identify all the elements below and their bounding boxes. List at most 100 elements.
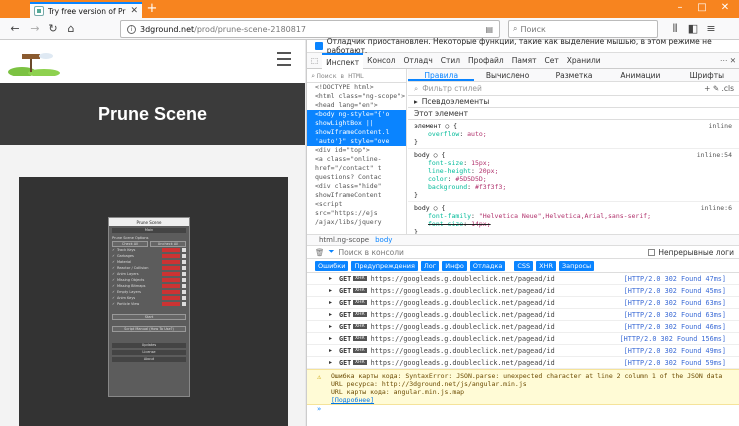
plugin-option-row[interactable]: ✓ Anim Keys (112, 295, 186, 300)
request-url[interactable]: https://googleads.g.doubleclick.net/page… (371, 335, 555, 343)
tab-profiler[interactable]: Профайл (464, 53, 508, 69)
new-tab-button[interactable]: + (145, 1, 159, 16)
plugin-option-row[interactable]: ✓ Anim Layers (112, 271, 186, 276)
tab-network[interactable]: Сет (541, 53, 563, 69)
close-tab-icon[interactable]: ✕ (130, 6, 138, 16)
forward-button[interactable]: → (28, 22, 42, 36)
request-status[interactable]: [HTTP/2.0 302 Found 46ms] (624, 323, 726, 331)
expand-arrow-icon[interactable]: ▸ (329, 287, 339, 294)
markup-node[interactable]: <html class="ng-scope"> (307, 92, 406, 101)
plugin-option-row[interactable]: ✓ Garbages (112, 253, 186, 258)
markup-node[interactable]: <body ng-style="{'o (307, 110, 406, 119)
tab-memory[interactable]: Памят (508, 53, 541, 69)
plugin-option-row[interactable]: ✓ Missing Objects (112, 277, 186, 282)
plugin-option-row[interactable]: ✓ Particle View (112, 301, 186, 306)
filter-xhr-button[interactable]: XHR (536, 260, 556, 271)
request-status[interactable]: [HTTP/2.0 302 Found 49ms] (624, 347, 726, 355)
about-rollout[interactable]: About (112, 357, 186, 362)
breadcrumb-html[interactable]: html.ng-scope (319, 236, 369, 244)
css-property-name[interactable]: color (428, 175, 448, 183)
tab-rules[interactable]: Правила (408, 69, 475, 81)
css-property-value[interactable]: #5D5D5D; (455, 175, 486, 183)
request-status[interactable]: [HTTP/2.0 302 Found 63ms] (624, 299, 726, 307)
markup-node[interactable]: showIframeContent (307, 191, 406, 200)
clear-console-icon[interactable]: 🗑 (315, 248, 325, 257)
filter-debug-button[interactable]: Отладка (469, 260, 506, 271)
checkbox-icon[interactable]: ✓ (112, 254, 115, 258)
css-property-value[interactable]: "Helvetica Neue",Helvetica,Arial,sans-se… (479, 212, 651, 220)
checkbox-icon[interactable]: ✓ (112, 260, 115, 264)
persist-logs-toggle[interactable]: Непрерывные логи (648, 248, 734, 257)
tab-animations[interactable]: Анимации (607, 69, 673, 81)
checkbox-icon[interactable]: ✓ (112, 266, 115, 270)
markup-node[interactable]: questions? Contac (307, 173, 406, 182)
request-url[interactable]: https://googleads.g.doubleclick.net/page… (371, 299, 555, 307)
request-url[interactable]: https://googleads.g.doubleclick.net/page… (371, 275, 555, 283)
css-property-value[interactable]: #f3f3f3; (475, 183, 506, 191)
option-button[interactable] (182, 247, 186, 252)
video-frame[interactable]: Prune Scene Main Prune Scene Options Che… (19, 177, 288, 426)
request-url[interactable]: https://googleads.g.doubleclick.net/page… (371, 311, 555, 319)
option-button[interactable] (182, 271, 186, 276)
network-request-row[interactable]: ▸ GET XHR https://googleads.g.doubleclick.n… (307, 285, 739, 297)
option-button[interactable] (182, 259, 186, 264)
option-button[interactable] (182, 253, 186, 258)
css-property-value[interactable]: 15px; (471, 159, 491, 167)
address-bar[interactable]: i 3dground.net/prod/prune-scene-2180817 … (120, 20, 500, 38)
search-input[interactable]: ⌕ Поиск (508, 20, 658, 38)
option-button[interactable] (182, 289, 186, 294)
site-logo-icon[interactable] (8, 46, 60, 76)
rule-source[interactable]: inline:54 (697, 151, 732, 159)
css-rule[interactable]: body ○ {inline:54 font-size: 15px; line-he… (408, 149, 739, 202)
request-status[interactable]: [HTTP/2.0 302 Found 45ms] (624, 287, 726, 295)
css-property-name[interactable]: background (428, 183, 467, 191)
markup-node[interactable]: src="https://ejs (307, 209, 406, 218)
checkbox-icon[interactable]: ✓ (112, 278, 115, 282)
filter-icon[interactable]: ⏷ (329, 247, 335, 257)
request-status[interactable]: [HTTP/2.0 302 Found 156ms] (620, 335, 726, 343)
minimize-button[interactable]: – (670, 2, 690, 13)
filter-warnings-button[interactable]: Предупреждения (351, 260, 418, 271)
checkbox-icon[interactable]: ✓ (112, 296, 115, 300)
markup-node[interactable]: showLightBox || (307, 119, 406, 128)
request-status[interactable]: [HTTP/2.0 302 Found 59ms] (624, 359, 726, 367)
tab-debugger[interactable]: Отладч (399, 53, 436, 69)
markup-node[interactable]: <div class="hide" (307, 182, 406, 191)
network-request-row[interactable]: ▸ GET XHR https://googleads.g.doubleclick.n… (307, 357, 739, 369)
tab-storage[interactable]: Хранили (563, 53, 605, 69)
menu-icon[interactable]: ≡ (704, 22, 718, 36)
filter-css-button[interactable]: CSS (514, 260, 534, 271)
css-property-name[interactable]: font-family (428, 212, 471, 220)
css-property-name[interactable]: font-size (428, 159, 463, 167)
main-rollout[interactable]: Main (112, 228, 186, 233)
sidebar-icon[interactable]: ◧ (686, 22, 700, 36)
css-property-name[interactable]: line-height (428, 167, 471, 175)
console-input[interactable]: » (307, 405, 739, 413)
request-url[interactable]: https://googleads.g.doubleclick.net/page… (371, 323, 555, 331)
license-rollout[interactable]: License (112, 350, 186, 355)
checkbox-icon[interactable]: ✓ (112, 302, 115, 306)
tab-console[interactable]: Консол (363, 53, 399, 69)
updates-rollout[interactable]: Updates (112, 343, 186, 348)
uncheck-all-button[interactable]: Uncheck All (150, 240, 186, 247)
check-all-button[interactable]: Check All (112, 240, 148, 247)
expand-arrow-icon[interactable]: ▸ (329, 335, 339, 342)
tab-style-editor[interactable]: Стил (437, 53, 464, 69)
request-url[interactable]: https://googleads.g.doubleclick.net/page… (371, 287, 555, 295)
request-url[interactable]: https://googleads.g.doubleclick.net/page… (371, 347, 555, 355)
plugin-option-row[interactable]: ✓ Track Keys (112, 247, 186, 252)
css-property-value[interactable]: 14px; (471, 220, 491, 228)
console-filter-input[interactable]: Поиск в консоли (339, 248, 404, 257)
checkbox-icon[interactable]: ✓ (112, 272, 115, 276)
html-search-input[interactable]: ⌕ Поиск в HTML (307, 69, 406, 83)
css-property-value[interactable]: auto; (467, 130, 487, 138)
plugin-option-row[interactable]: ✓ Reactor / Collision (112, 265, 186, 270)
expand-arrow-icon[interactable]: ▸ (329, 311, 339, 318)
css-property-name[interactable]: overflow (428, 130, 459, 138)
markup-node[interactable]: /ajax/libs/jquery (307, 218, 406, 227)
reload-button[interactable]: ↻ (46, 22, 60, 36)
tab-fonts[interactable]: Шрифты (674, 69, 739, 81)
filter-errors-button[interactable]: Ошибки (315, 260, 349, 271)
library-icon[interactable]: ⫴ (668, 22, 682, 36)
markup-node[interactable]: 'auto'}" style="ove (307, 137, 406, 146)
